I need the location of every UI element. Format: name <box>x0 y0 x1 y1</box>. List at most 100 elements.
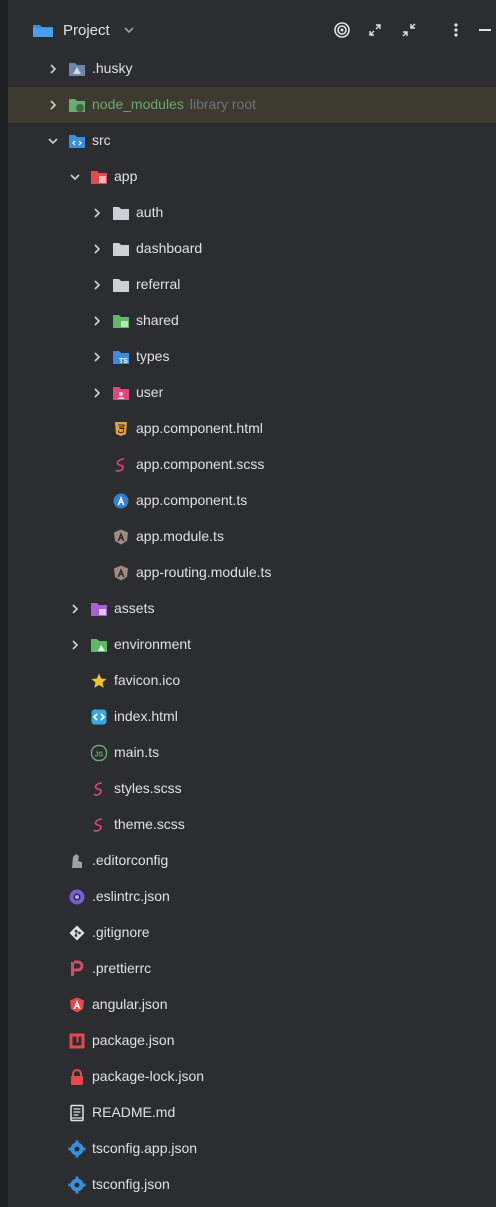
environment-folder-icon <box>91 639 107 652</box>
chevron-right-icon[interactable] <box>46 62 60 76</box>
tree-item-app-component-ts[interactable]: app.component.ts <box>8 483 496 519</box>
chevron-right-icon[interactable] <box>90 242 104 256</box>
tree-item-label: app.component.html <box>136 420 263 436</box>
tree-item-tsconfig-app-json[interactable]: tsconfig.app.json <box>8 1131 496 1167</box>
tree-item-app[interactable]: app <box>8 159 496 195</box>
editorconfig-icon <box>72 854 82 868</box>
minimize-icon[interactable] <box>474 19 496 41</box>
tree-item-label: .prettierrc <box>92 960 152 976</box>
book-icon <box>70 1104 84 1122</box>
project-view-title[interactable]: Project <box>63 22 110 39</box>
html-file-icon <box>91 709 107 725</box>
tree-item-app-component-scss[interactable]: app.component.scss <box>8 447 496 483</box>
tree-item-node-modules[interactable]: node_modules library root <box>8 87 496 123</box>
chevron-right-icon[interactable] <box>90 386 104 400</box>
chevron-right-icon[interactable] <box>90 206 104 220</box>
tree-item-husky[interactable]: .husky <box>8 51 496 87</box>
folder-icon <box>113 243 129 256</box>
user-folder-icon <box>113 387 129 400</box>
sass-icon <box>93 818 103 832</box>
tree-item-editorconfig[interactable]: .editorconfig <box>8 843 496 879</box>
sass-icon <box>93 782 103 796</box>
tree-item-app-module-ts[interactable]: app.module.ts <box>8 519 496 555</box>
tree-item-label: main.ts <box>114 744 160 760</box>
tree-item-assets[interactable]: assets <box>8 591 496 627</box>
html5-icon <box>115 422 127 436</box>
assets-folder-icon <box>91 603 107 616</box>
tree-item-dashboard[interactable]: dashboard <box>8 231 496 267</box>
tree-item-app-component-html[interactable]: app.component.html <box>8 411 496 447</box>
tree-item-index-html[interactable]: index.html <box>8 699 496 735</box>
sass-icon <box>115 458 125 472</box>
javascript-icon: JS <box>90 744 108 762</box>
chevron-right-icon[interactable] <box>90 314 104 328</box>
tree-item-angular-json[interactable]: angular.json <box>8 987 496 1023</box>
chevron-right-icon[interactable] <box>90 278 104 292</box>
tree-item-app-routing-module-ts[interactable]: app-routing.module.ts <box>8 555 496 591</box>
expand-icon[interactable] <box>364 19 386 41</box>
tree-item-label: angular.json <box>92 996 168 1012</box>
git-icon <box>69 925 85 941</box>
tree-item-label: styles.scss <box>114 780 182 796</box>
tree-item-package-lock-json[interactable]: package-lock.json <box>8 1059 496 1095</box>
tree-item-favicon-ico[interactable]: favicon.ico <box>8 663 496 699</box>
tree-item-user[interactable]: user <box>8 375 496 411</box>
tree-item-main-ts[interactable]: JS main.ts <box>8 735 496 771</box>
chevron-right-icon[interactable] <box>68 638 82 652</box>
tree-item-label: app.module.ts <box>136 528 224 544</box>
tree-item-label: app-routing.module.ts <box>136 564 272 580</box>
target-icon[interactable] <box>331 19 353 41</box>
svg-text:JS: JS <box>95 751 104 758</box>
tsconfig-icon <box>68 1176 86 1194</box>
tree-item-label: .editorconfig <box>92 852 169 868</box>
angular-icon <box>70 997 84 1013</box>
star-icon <box>91 673 107 688</box>
tree-item-label: package-lock.json <box>92 1068 205 1084</box>
eslint-icon <box>69 889 85 905</box>
tree-item-types[interactable]: TS types <box>8 339 496 375</box>
tree-item-label: tsconfig.app.json <box>92 1140 198 1156</box>
tree-item-label: shared <box>136 312 179 328</box>
shared-folder-icon <box>113 315 129 328</box>
tree-item-label: .husky <box>92 60 133 76</box>
husky-folder-icon <box>69 63 85 76</box>
tree-item-gitignore[interactable]: .gitignore <box>8 915 496 951</box>
chevron-right-icon[interactable] <box>68 602 82 616</box>
angular-module-icon <box>114 529 128 545</box>
tree-item-environment[interactable]: environment <box>8 627 496 663</box>
chevron-right-icon[interactable] <box>90 350 104 364</box>
tree-item-referral[interactable]: referral <box>8 267 496 303</box>
tree-item-label: auth <box>136 204 164 220</box>
project-header: Project <box>8 13 496 49</box>
tree-item-readme-md[interactable]: README.md <box>8 1095 496 1131</box>
tree-item-shared[interactable]: shared <box>8 303 496 339</box>
tree-item-label: .gitignore <box>92 924 150 940</box>
library-root-hint: library root <box>189 96 256 112</box>
tree-item-prettierrc[interactable]: .prettierrc <box>8 951 496 987</box>
tree-item-label: README.md <box>92 1104 176 1120</box>
collapse-icon[interactable] <box>398 19 420 41</box>
tree-item-label: referral <box>136 276 181 292</box>
more-vertical-icon[interactable] <box>445 19 467 41</box>
chevron-down-icon[interactable] <box>123 24 135 36</box>
chevron-right-icon[interactable] <box>46 98 60 112</box>
tree-item-label: dashboard <box>136 240 203 256</box>
tree-item-eslintrc-json[interactable]: .eslintrc.json <box>8 879 496 915</box>
node-modules-folder-icon <box>69 99 85 112</box>
chevron-down-icon[interactable] <box>68 170 82 184</box>
tree-item-auth[interactable]: auth <box>8 195 496 231</box>
tree-item-label: environment <box>114 636 192 652</box>
tree-item-styles-scss[interactable]: styles.scss <box>8 771 496 807</box>
app-folder-icon <box>91 171 107 184</box>
tree-item-label: user <box>136 384 164 400</box>
tree-item-theme-scss[interactable]: theme.scss <box>8 807 496 843</box>
tree-item-label: favicon.ico <box>114 672 181 688</box>
tree-item-label: tsconfig.json <box>92 1176 170 1192</box>
tree-item-label: index.html <box>114 708 178 724</box>
chevron-down-icon[interactable] <box>46 134 60 148</box>
tree-item-src[interactable]: src <box>8 123 496 159</box>
tree-item-label: app.component.scss <box>136 456 265 472</box>
tree-item-tsconfig-json[interactable]: tsconfig.json <box>8 1167 496 1203</box>
folder-icon <box>113 279 129 292</box>
tree-item-package-json[interactable]: package.json <box>8 1023 496 1059</box>
